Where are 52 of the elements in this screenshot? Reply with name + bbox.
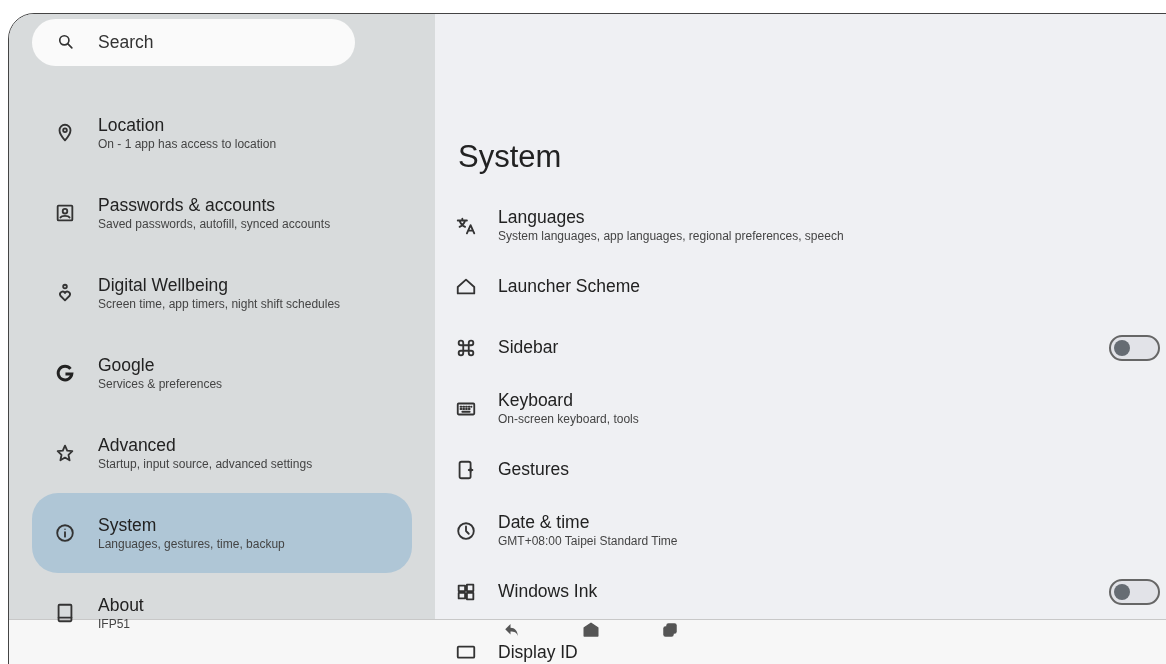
item-title: Digital Wellbeing (98, 274, 230, 296)
setting-row[interactable]: Gestures (435, 439, 1162, 500)
g-logo-icon (54, 362, 76, 384)
setting-row[interactable]: Windows Ink (435, 561, 1162, 622)
setting-title: Languages (498, 207, 586, 228)
setting-title: Display ID (498, 642, 579, 663)
toggle-switch[interactable] (1109, 578, 1160, 605)
sidebar-item[interactable]: Passwords & accounts Saved passwords, autofill, synced accounts (32, 173, 412, 253)
setting-row[interactable]: Display ID (435, 622, 1162, 664)
item-subtitle: Languages, gestures, time, backup (98, 535, 285, 552)
setting-title: Date & time (498, 512, 591, 533)
item-title: System (98, 514, 158, 536)
home-icon[interactable] (582, 621, 600, 639)
toggle-switch[interactable] (1109, 334, 1160, 361)
sidebar-item[interactable]: Location On - 1 app has access to location (32, 93, 412, 173)
setting-title: Windows Ink (498, 581, 599, 602)
setting-title: Keyboard (498, 390, 574, 411)
sidebar-item[interactable]: Advanced Startup, input source, advanced settings (32, 413, 412, 493)
setting-row[interactable]: Sidebar (435, 317, 1162, 378)
item-title: Google (98, 354, 156, 376)
search-icon (56, 32, 76, 52)
item-title: Location (98, 114, 166, 136)
sidebar-item[interactable]: Digital Wellbeing Screen time, app timers, night shift schedules (32, 253, 412, 333)
item-title: Advanced (98, 434, 177, 456)
setting-subtitle: GMT+08:00 Taipei Standard Time (498, 533, 679, 549)
item-title: Passwords & accounts (98, 194, 277, 216)
item-subtitle: IFP51 (98, 615, 131, 632)
star-icon (54, 442, 76, 464)
setting-row[interactable]: Launcher Scheme (435, 256, 1162, 317)
clock-icon (455, 519, 477, 542)
item-subtitle: Services & preferences (98, 375, 223, 392)
setting-row[interactable]: Date & time GMT+08:00 Taipei Standard Time (435, 500, 1162, 561)
item-title: About (98, 594, 144, 616)
setting-title: Gestures (498, 459, 570, 480)
search-field[interactable]: Search (32, 19, 355, 66)
setting-title: Sidebar (498, 337, 560, 358)
item-subtitle: On - 1 app has access to location (98, 135, 277, 152)
sidebar-item[interactable]: Google Services & preferences (32, 333, 412, 413)
setting-row[interactable]: Languages System languages, app languages, regional preferences, speech (435, 195, 1162, 256)
item-subtitle: Screen time, app timers, night shift schedules (98, 295, 341, 312)
setting-subtitle: On-screen keyboard, tools (498, 411, 640, 427)
setting-row[interactable]: Keyboard On-screen keyboard, tools (435, 378, 1162, 439)
setting-subtitle: System languages, app languages, regional preferences, speech (498, 228, 845, 244)
item-subtitle: Saved passwords, autofill, synced accounts (98, 215, 331, 232)
sidebar-item[interactable]: System Languages, gestures, time, backup (32, 493, 412, 573)
recents-icon[interactable] (661, 621, 679, 639)
sidebar-item[interactable]: About IFP51 (32, 573, 412, 653)
account-box-icon (54, 202, 76, 224)
info-icon (54, 522, 76, 544)
item-subtitle: Startup, input source, advanced settings (98, 455, 313, 472)
page-title: System (458, 138, 563, 176)
setting-title: Launcher Scheme (498, 276, 642, 297)
